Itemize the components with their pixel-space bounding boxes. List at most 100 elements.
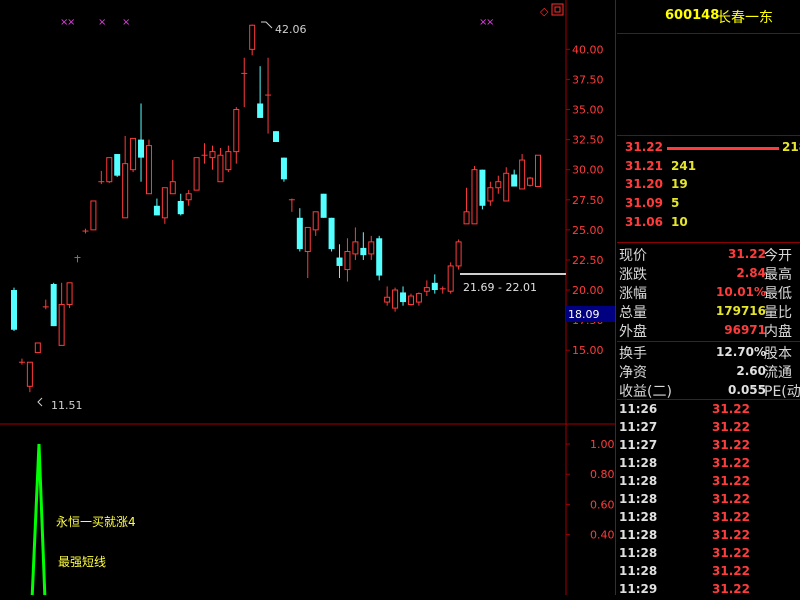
- bid-volume: 10: [671, 215, 688, 229]
- tick-row[interactable]: 11:29 31.22: [617, 582, 800, 600]
- candle-body: [463, 211, 470, 225]
- bid-price: 31.06: [625, 215, 663, 229]
- candle-body: [376, 238, 383, 276]
- candle-body: [495, 181, 502, 189]
- quote-row: 收益(二)0.055PE(动): [619, 383, 800, 400]
- tick-row[interactable]: 11:28 31.22: [617, 528, 800, 546]
- candle-body: [11, 290, 17, 330]
- bid-volume: 5: [671, 196, 680, 210]
- kline-chart[interactable]: ◇ × × × × × × 40.0037.5035.0032.5030.002…: [0, 0, 616, 595]
- tick-row[interactable]: 11:28 31.22: [617, 474, 800, 492]
- price-tick-label: 37.50: [572, 73, 604, 86]
- candle-body: [423, 287, 430, 292]
- candle-body: [503, 172, 510, 202]
- candle-body: [130, 137, 137, 171]
- tick-row[interactable]: 11:28 31.22: [617, 546, 800, 564]
- candle-body: [407, 295, 414, 305]
- candle-body: [233, 109, 240, 153]
- diamond-icon[interactable]: ◇: [540, 5, 549, 18]
- stock-header: 600148 长春一东: [617, 0, 800, 34]
- signal-marker: ×: [486, 17, 494, 28]
- bid-volume: 241: [671, 159, 697, 173]
- tick-row[interactable]: 11:27 31.22: [617, 438, 800, 456]
- candle-body: [320, 193, 327, 218]
- window-toggle-icon[interactable]: [551, 3, 564, 16]
- candle-body: [336, 257, 343, 266]
- tick-row[interactable]: 11:28 31.22: [617, 510, 800, 528]
- bid-row[interactable]: 31.06 10: [617, 215, 800, 233]
- quote-row: 涨幅 10.01% 最低: [619, 285, 792, 302]
- indicator-label-2: 最强短线: [58, 555, 106, 569]
- candle-body: [328, 217, 335, 250]
- tick-row[interactable]: 11:26 31.22: [617, 402, 800, 420]
- tick-row[interactable]: 11:28 31.22: [617, 564, 800, 582]
- candle-body: [153, 205, 160, 216]
- candle-body: [368, 241, 375, 255]
- tick-row[interactable]: 11:28 31.22: [617, 456, 800, 474]
- candle-body: [471, 169, 478, 225]
- quote-panel: 现价 31.22 今开 涨跌 2.84 最高 涨幅 10.01% 最低 总量 179716 量比…: [617, 244, 800, 400]
- indicator-spike: [30, 443, 47, 595]
- candle-body: [447, 265, 454, 292]
- candle-body: [177, 200, 184, 215]
- bid-row[interactable]: 31.21 241: [617, 159, 800, 177]
- low-label: 11.51: [51, 399, 83, 412]
- candle-body: [90, 200, 97, 231]
- candle-body: [193, 157, 200, 191]
- candle-body: [58, 303, 65, 346]
- indicator-label-1: 永恒一买就涨4: [56, 514, 136, 529]
- candle-body: [106, 157, 113, 183]
- price-tick-label: 15.00: [572, 344, 604, 357]
- tick-list[interactable]: 11:26 31.22 11:27 31.22 11:27 31.22 11:28 31…: [617, 402, 800, 596]
- candle-body: [185, 193, 192, 201]
- price-tick-label: 40.00: [572, 43, 604, 56]
- low-pointer: [37, 397, 43, 407]
- candle-body: [304, 226, 311, 253]
- candle-body: [296, 217, 303, 250]
- candle-body: [312, 211, 319, 231]
- current-price-row: 31.22 218: [617, 140, 800, 158]
- candle-body: [145, 145, 152, 195]
- quote-row: 现价 31.22 今开: [619, 247, 792, 264]
- tick-row[interactable]: 11:27 31.22: [617, 420, 800, 438]
- price-tick-label: 27.50: [572, 194, 604, 207]
- candle-body: [169, 181, 176, 195]
- candle-body: [66, 282, 73, 305]
- range-label: 21.69 - 22.01: [463, 281, 537, 294]
- candle-body: [34, 342, 41, 354]
- price-tick-label: 32.50: [572, 134, 604, 147]
- tick-row[interactable]: 11:28 31.22: [617, 492, 800, 510]
- signal-marker: ×: [98, 17, 106, 28]
- candle-body: [360, 247, 367, 256]
- quote-row: 换手 12.70% 股本: [619, 345, 792, 362]
- stock-code: 600148: [665, 8, 720, 23]
- price-tick-label: 25.00: [572, 224, 604, 237]
- price-tick-label: 22.50: [572, 254, 604, 267]
- candle-body: [431, 282, 438, 291]
- candle-body: [400, 292, 407, 303]
- candle-body: [50, 284, 57, 327]
- candle-body: [511, 174, 518, 187]
- indicator-tick-label: 0.60: [590, 498, 615, 511]
- candle-body: [479, 169, 486, 206]
- quote-row: 涨跌 2.84 最高: [619, 266, 792, 283]
- candle-body: [257, 103, 264, 118]
- candle-body: [114, 154, 121, 176]
- candle-body: [122, 163, 129, 219]
- candle-body: [455, 241, 462, 267]
- candle-body: [415, 293, 422, 303]
- order-book: 31.22 218 31.21 241 31.20 19 31.09 5 31.…: [617, 138, 800, 238]
- quote-row: 净资 2.60 流通: [619, 364, 792, 381]
- price-tick-label: 35.00: [572, 104, 604, 117]
- candle-body: [225, 151, 232, 171]
- candle-body: [487, 187, 494, 202]
- window-toggle-icon-inner: [554, 6, 561, 13]
- current-price-right: 218: [782, 140, 800, 154]
- bid-row[interactable]: 31.20 19: [617, 177, 800, 195]
- bid-price: 31.09: [625, 196, 663, 210]
- candle-body: [392, 289, 399, 309]
- bid-row[interactable]: 31.09 5: [617, 196, 800, 214]
- signal-marker: ×: [67, 17, 75, 28]
- price-tick-label: 30.00: [572, 164, 604, 177]
- high-pointer: [261, 21, 273, 29]
